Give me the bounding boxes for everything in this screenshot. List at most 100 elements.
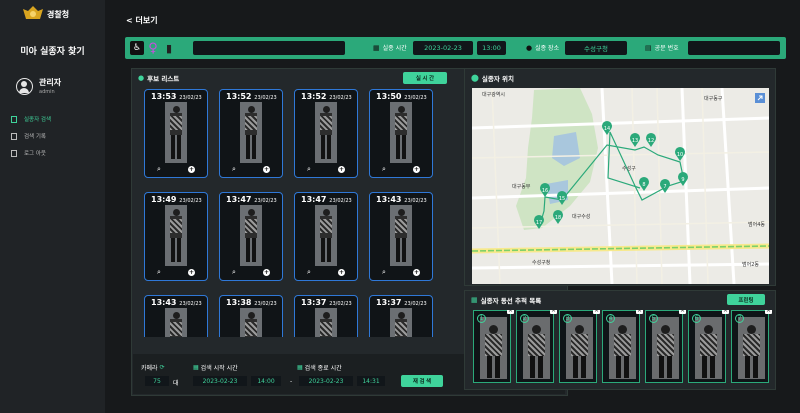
close-icon[interactable]: × [550,310,557,314]
candidate-photo[interactable] [240,205,262,266]
track-photo [566,317,593,379]
person-icon [11,115,17,123]
add-icon[interactable]: + [413,269,420,276]
candidate-panel-title: ● 후보 리스트 [138,74,180,83]
candidate-card[interactable]: 13:43 23/02/23⌕+ [144,295,208,337]
candidate-photo[interactable] [165,205,187,266]
map-view[interactable]: 14 13 12 10 9 8 7 16 15 17 18 대구광역시 수성구청 대구동부 수성구 대구수성… [472,88,769,284]
map-place-label: 대구동구 [704,95,723,102]
zoom-icon[interactable]: ⌕ [307,268,311,277]
camera-label: 카메라 ⟳ [141,364,165,372]
track-card[interactable]: 3 × [559,310,600,383]
missing-time-field[interactable]: 13:00 [477,41,506,55]
candidate-card[interactable]: 13:37 23/02/23⌕+ [294,295,358,337]
track-photo [480,317,507,379]
close-icon[interactable]: × [765,310,772,314]
print-button[interactable]: 프린팅 [727,294,765,305]
end-time-field[interactable]: 14:31 [357,376,385,386]
doc-number-field[interactable] [688,41,780,55]
menu-item-label: 실종자 검색 [24,117,52,123]
start-date-field[interactable]: 2023-02-23 [193,376,247,386]
zoom-icon[interactable]: ⌕ [157,268,161,277]
missing-place-label: ● 실종 장소 [526,43,560,53]
candidate-time: 13:43 23/02/23 [151,298,202,307]
candidate-time: 13:52 23/02/23 [226,92,277,101]
map-place-label: 범어2동 [742,261,759,268]
candidate-card[interactable]: 13:53 23/02/23 ⌕ + [144,89,208,178]
zoom-icon[interactable]: ⌕ [232,268,236,277]
map-marker-label: 12 [648,138,654,144]
missing-info-bar: ♿ ♀ ▮ ▦ 실종 시간 2023-02-23 13:00 ● 실종 장소 수성구… [125,37,786,59]
candidate-card[interactable]: 13:43 23/02/23⌕+ [369,192,433,281]
add-icon[interactable]: + [413,166,420,173]
candidate-photo[interactable] [315,308,337,337]
candidate-card[interactable]: 13:38 23/02/23⌕+ [219,295,283,337]
zoom-icon[interactable]: ⌕ [307,165,311,174]
close-icon[interactable]: × [722,310,729,314]
add-icon[interactable]: + [188,269,195,276]
candidate-card[interactable]: 13:52 23/02/23 ⌕ + [294,89,358,178]
candidate-photo[interactable] [165,308,187,337]
track-card[interactable]: 1 × [473,310,514,383]
menu-item-search[interactable]: 실종자 검색 [11,115,51,123]
track-card[interactable]: 4 × [602,310,643,383]
document-icon: ▤ [645,43,652,52]
brand-name: 경찰청 [47,9,70,19]
candidate-photo[interactable] [315,102,337,163]
start-time-field[interactable]: 14:00 [251,376,281,386]
back-button[interactable]: < 더보기 [126,15,158,26]
add-icon[interactable]: + [338,166,345,173]
candidate-photo[interactable] [390,205,412,266]
zoom-icon[interactable]: ⌕ [232,165,236,174]
end-date-field[interactable]: 2023-02-23 [299,376,353,386]
map-place-label: 수성구청 [532,259,550,266]
female-icon: ♀ [148,40,158,56]
close-icon[interactable]: × [636,310,643,314]
camera-count-field[interactable]: 75 [145,376,169,386]
menu-item-history[interactable]: 검색 기록 [11,132,46,140]
track-card[interactable]: 7 × [731,310,772,383]
track-card[interactable]: 2 × [516,310,557,383]
realtime-button[interactable]: 실 시 간 [403,72,447,84]
calendar-icon: ▦ [373,43,380,52]
candidate-photo[interactable] [390,308,412,337]
candidate-time: 13:37 23/02/23 [376,298,427,307]
menu-item-label: 로그 아웃 [24,151,46,157]
missing-date-field[interactable]: 2023-02-23 [413,41,473,55]
refresh-icon[interactable]: ⟳ [160,364,165,371]
add-icon[interactable]: + [263,269,270,276]
track-number: 3 [563,314,572,323]
track-card[interactable]: 5 × [645,310,686,383]
candidate-photo[interactable] [315,205,337,266]
candidate-card[interactable]: 13:49 23/02/23 ⌕ + [144,192,208,281]
candidate-card[interactable]: 13:37 23/02/23⌕+ [369,295,433,337]
candidate-photo[interactable] [165,102,187,163]
zoom-icon[interactable]: ⌕ [382,268,386,277]
candidate-photo[interactable] [390,102,412,163]
menu-item-logout[interactable]: 로그 아웃 [11,149,46,157]
close-icon[interactable]: × [507,310,514,314]
map-marker-label: 8 [642,182,645,188]
candidate-photo[interactable] [240,102,262,163]
add-icon[interactable]: + [263,166,270,173]
candidate-card[interactable]: 13:47 23/02/23 ⌕ + [294,192,358,281]
zoom-icon[interactable]: ⌕ [382,165,386,174]
zoom-icon[interactable]: ⌕ [157,165,161,174]
missing-place-field[interactable]: 수성구청 [565,41,627,55]
close-icon[interactable]: × [593,310,600,314]
candidate-card[interactable]: 13:50 23/02/23 ⌕ + [369,89,433,178]
user-name: 관리자 [39,78,62,87]
police-emblem-icon [23,6,43,19]
add-icon[interactable]: + [188,166,195,173]
map-marker-label: 17 [536,220,542,226]
candidate-card[interactable]: 13:52 23/02/23 ⌕ + [219,89,283,178]
description-field[interactable] [193,41,345,55]
candidate-photo[interactable] [240,308,262,337]
add-icon[interactable]: + [338,269,345,276]
map-place-label: 대구동부 [512,183,531,190]
close-icon[interactable]: × [679,310,686,314]
research-button[interactable]: 재 검 색 [401,375,443,387]
candidate-card[interactable]: 13:47 23/02/23 ⌕ + [219,192,283,281]
missing-time-label: ▦ 실종 시간 [373,43,407,53]
track-card[interactable]: 6 × [688,310,729,383]
